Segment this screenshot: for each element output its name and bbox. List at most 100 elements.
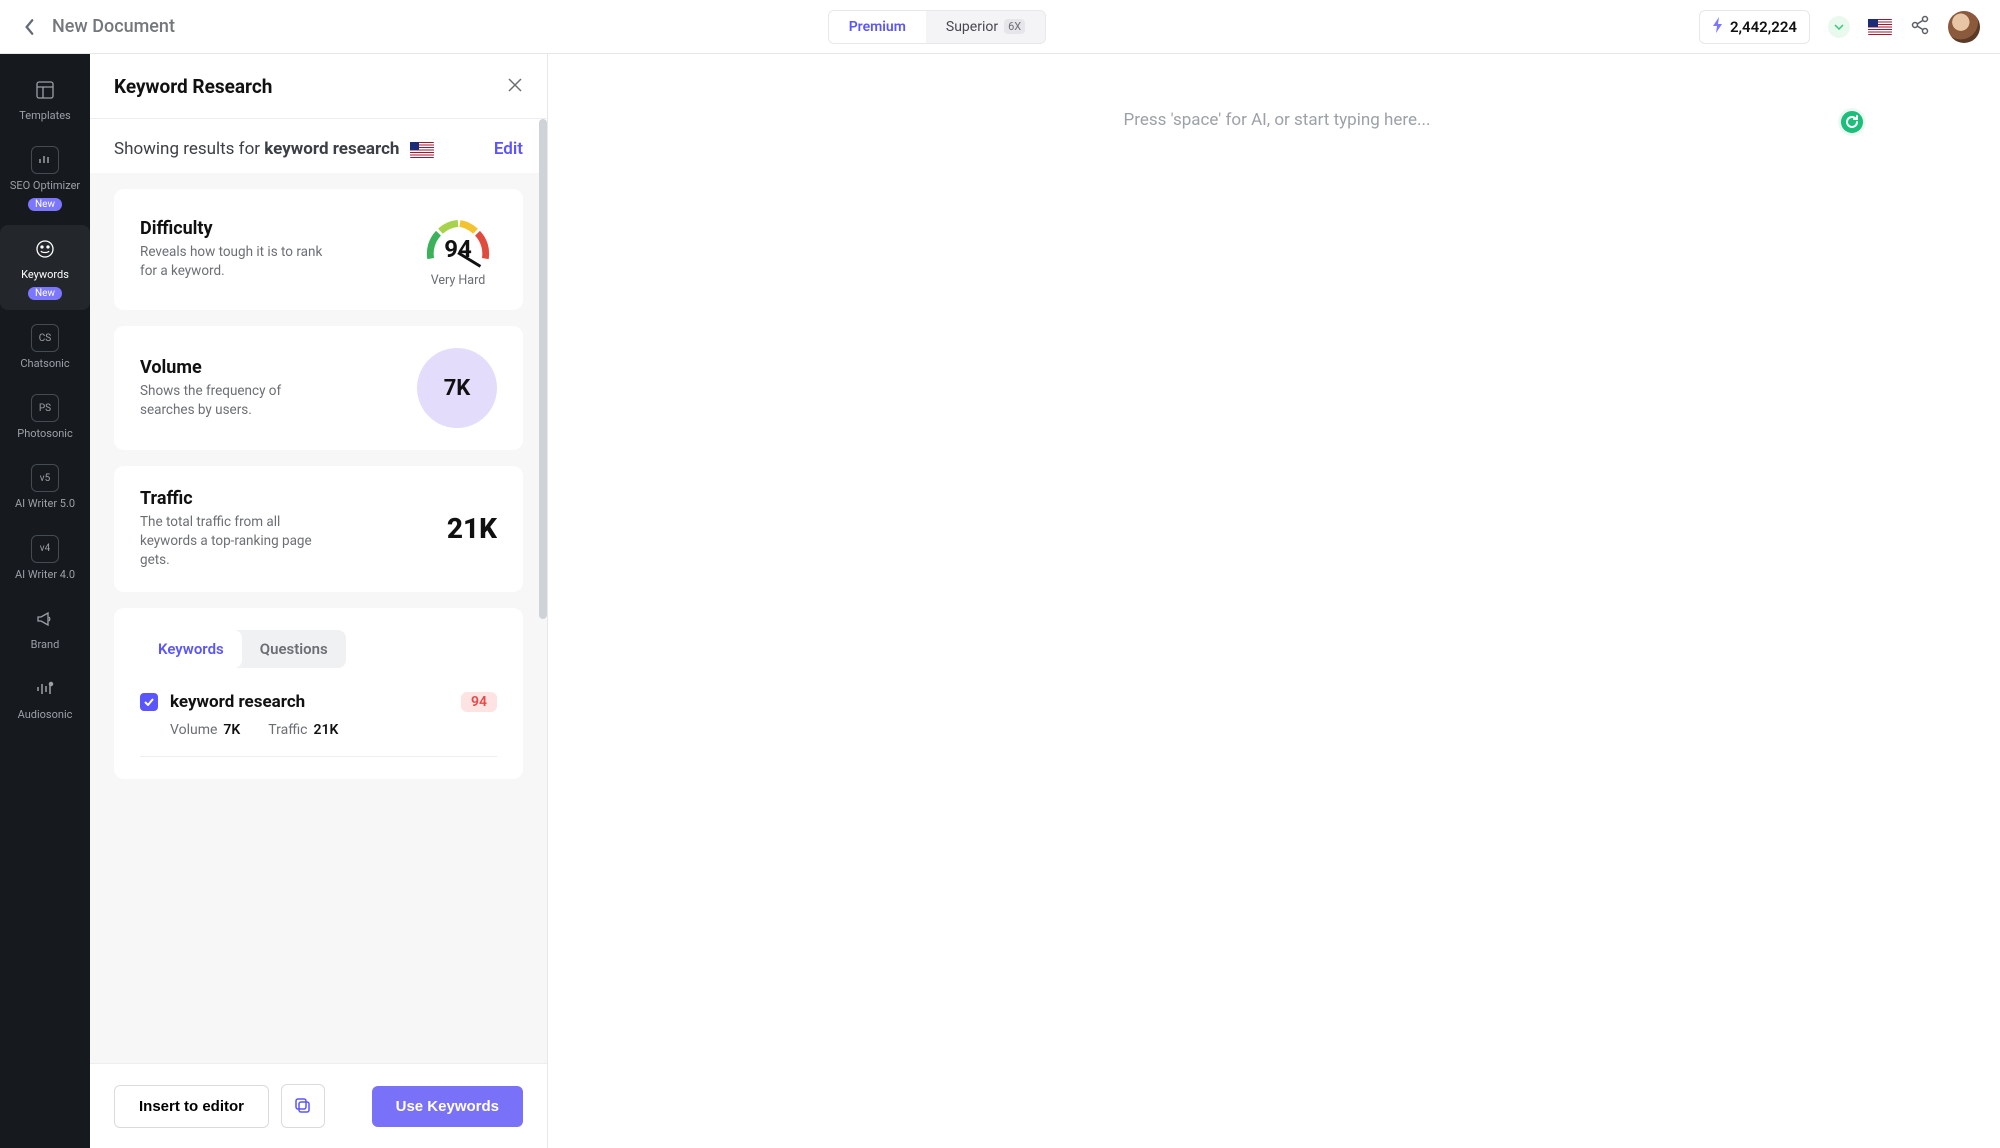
copy-button[interactable]	[281, 1084, 325, 1128]
keyword-research-panel: Keyword Research Showing results for key…	[90, 54, 548, 1148]
chevron-left-icon	[24, 18, 36, 36]
sidebar-label: Photosonic	[17, 428, 73, 440]
edit-button[interactable]: Edit	[494, 139, 523, 159]
share-icon	[1910, 15, 1930, 35]
megaphone-icon	[31, 605, 59, 633]
plan-switcher: Premium Superior 6X	[828, 10, 1047, 44]
v4-icon: v4	[31, 535, 59, 563]
keyword-difficulty-badge: 94	[461, 692, 497, 712]
difficulty-label: Very Hard	[431, 273, 486, 288]
kw-traffic-value: 21K	[314, 722, 339, 738]
difficulty-desc: Reveals how tough it is to rank for a ke…	[140, 243, 330, 281]
close-icon	[507, 77, 523, 93]
volume-desc: Shows the frequency of searches by users…	[140, 382, 330, 420]
scrollbar[interactable]	[539, 119, 547, 619]
keyword-list-card: Keywords Questions keyword research 94	[114, 608, 523, 779]
keyword-checkbox[interactable]	[140, 693, 158, 711]
language-flag-icon[interactable]	[1868, 19, 1892, 35]
sidebar: Templates SEO Optimizer New Keywords New…	[0, 54, 90, 1148]
editor-placeholder: Press 'space' for AI, or start typing he…	[1124, 110, 1431, 1148]
difficulty-gauge: 94 Very Hard	[419, 211, 497, 288]
credits-button[interactable]: 2,442,224	[1699, 10, 1810, 44]
v5-icon: v5	[31, 464, 59, 492]
difficulty-value: 94	[419, 235, 497, 263]
results-bar: Showing results for keyword research Edi…	[90, 119, 547, 173]
audiosonic-icon	[31, 675, 59, 703]
grammarly-icon	[1844, 114, 1860, 130]
sidebar-item-ai-writer-5[interactable]: v5 AI Writer 5.0	[0, 454, 90, 520]
kw-volume-value: 7K	[223, 722, 240, 738]
sidebar-item-keywords[interactable]: Keywords New	[0, 225, 90, 310]
panel-footer: Insert to editor Use Keywords	[90, 1063, 547, 1148]
panel-header: Keyword Research	[90, 54, 547, 119]
keywords-icon	[31, 235, 59, 263]
copy-icon	[294, 1097, 312, 1115]
sidebar-label: SEO Optimizer	[10, 180, 80, 192]
volume-title: Volume	[140, 357, 330, 378]
plan-premium-tab[interactable]: Premium	[829, 11, 926, 43]
volume-card: Volume Shows the frequency of searches b…	[114, 326, 523, 450]
chevron-down-icon	[1834, 24, 1844, 30]
difficulty-title: Difficulty	[140, 218, 330, 239]
credits-value: 2,442,224	[1730, 18, 1797, 36]
sidebar-label: Templates	[19, 110, 70, 122]
templates-icon	[31, 76, 59, 104]
traffic-title: Traffic	[140, 488, 330, 509]
results-keyword: keyword research	[264, 139, 399, 159]
sidebar-item-templates[interactable]: Templates	[0, 66, 90, 132]
insert-to-editor-button[interactable]: Insert to editor	[114, 1085, 269, 1128]
plan-superior-label: Superior	[946, 19, 998, 35]
row-divider	[140, 756, 497, 757]
grammarly-button[interactable]	[1838, 108, 1866, 136]
kw-traffic-label: Traffic	[268, 722, 307, 738]
use-keywords-button[interactable]: Use Keywords	[372, 1086, 523, 1127]
sidebar-label: Keywords	[21, 269, 69, 281]
difficulty-card: Difficulty Reveals how tough it is to ra…	[114, 189, 523, 310]
traffic-card: Traffic The total traffic from all keywo…	[114, 466, 523, 592]
sidebar-label: Audiosonic	[18, 709, 73, 721]
country-flag-icon	[410, 142, 434, 158]
photosonic-icon: PS	[31, 394, 59, 422]
sidebar-label: Brand	[31, 639, 60, 651]
tab-keywords[interactable]: Keywords	[140, 630, 242, 668]
editor-area[interactable]: Press 'space' for AI, or start typing he…	[554, 54, 2000, 1148]
tab-questions[interactable]: Questions	[242, 630, 346, 668]
keyword-tabs: Keywords Questions	[140, 630, 346, 668]
keyword-row[interactable]: keyword research 94 Volume 7K Traffic 21K	[140, 692, 497, 757]
document-title[interactable]: New Document	[52, 16, 175, 37]
traffic-desc: The total traffic from all keywords a to…	[140, 513, 330, 570]
kw-volume-label: Volume	[170, 722, 217, 738]
new-badge: New	[28, 198, 62, 211]
keyword-stats: Volume 7K Traffic 21K	[140, 722, 497, 738]
panel-body[interactable]: Showing results for keyword research Edi…	[90, 119, 547, 1063]
lightning-icon	[1712, 17, 1724, 37]
sidebar-label: AI Writer 4.0	[15, 569, 75, 581]
status-indicator[interactable]	[1828, 16, 1850, 38]
user-avatar[interactable]	[1948, 11, 1980, 43]
sidebar-label: Chatsonic	[20, 358, 69, 370]
share-button[interactable]	[1910, 15, 1930, 39]
sidebar-item-chatsonic[interactable]: CS Chatsonic	[0, 314, 90, 380]
sidebar-item-brand[interactable]: Brand	[0, 595, 90, 661]
superior-multiplier-badge: 6X	[1004, 19, 1025, 34]
chatsonic-icon: CS	[31, 324, 59, 352]
check-icon	[144, 698, 154, 706]
results-text: Showing results for keyword research	[114, 139, 434, 159]
keyword-name: keyword research	[170, 692, 305, 712]
close-button[interactable]	[507, 74, 523, 98]
sidebar-label: AI Writer 5.0	[15, 498, 75, 510]
sidebar-item-ai-writer-4[interactable]: v4 AI Writer 4.0	[0, 525, 90, 591]
sidebar-item-audiosonic[interactable]: Audiosonic	[0, 665, 90, 731]
plan-superior-tab[interactable]: Superior 6X	[926, 11, 1045, 43]
sidebar-item-photosonic[interactable]: PS Photosonic	[0, 384, 90, 450]
header-right: 2,442,224	[1699, 10, 1980, 44]
showing-prefix: Showing results for	[114, 139, 264, 159]
app-header: New Document Premium Superior 6X 2,442,2…	[0, 0, 2000, 54]
volume-value: 7K	[417, 348, 497, 428]
new-badge: New	[28, 287, 62, 300]
traffic-value: 21K	[447, 512, 497, 545]
panel-title: Keyword Research	[114, 75, 272, 98]
seo-icon	[31, 146, 59, 174]
sidebar-item-seo-optimizer[interactable]: SEO Optimizer New	[0, 136, 90, 221]
back-button[interactable]	[20, 17, 40, 37]
